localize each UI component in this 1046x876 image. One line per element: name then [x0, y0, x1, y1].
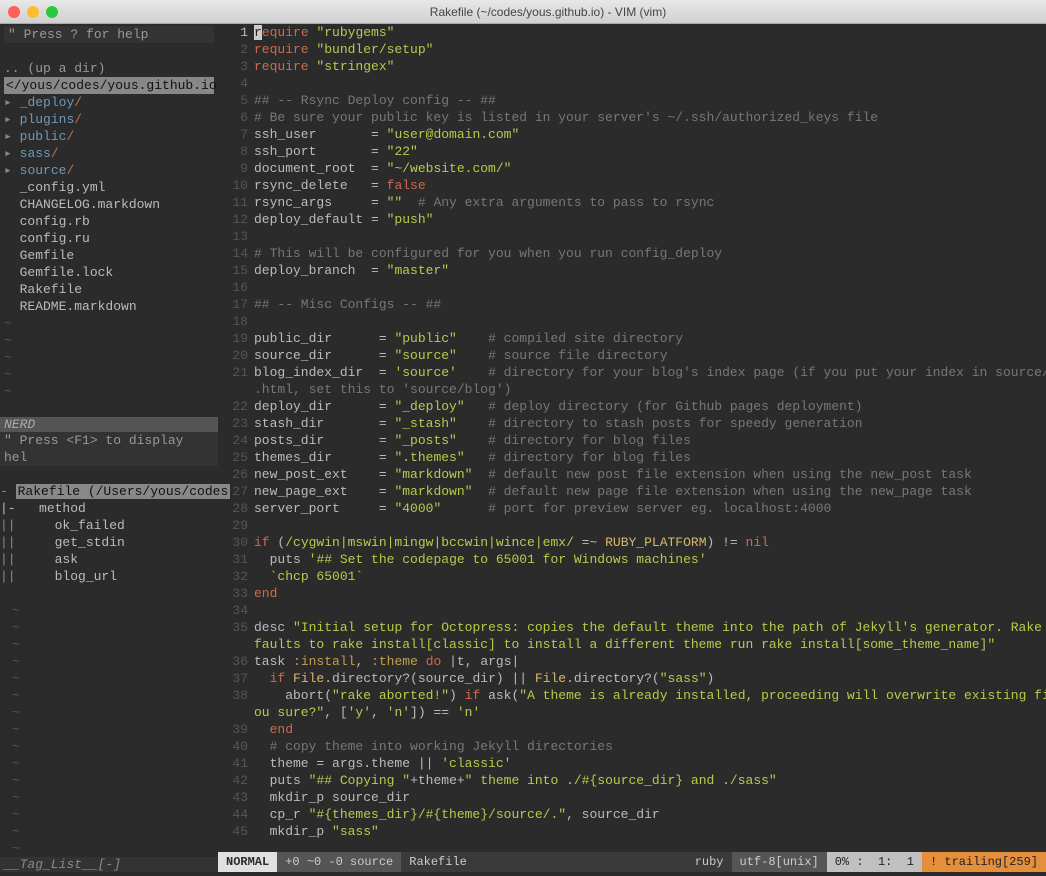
taglist-current[interactable]: Rakefile (/Users/yous/codes [16, 484, 231, 499]
nerdtree-root-path[interactable]: </yous/codes/yous.github.io/ [4, 77, 214, 94]
taglist-method[interactable]: || get_stdin [0, 534, 218, 551]
taglist-method[interactable]: || ask [0, 551, 218, 568]
nerdtree-dir[interactable]: ▸ sass/ [4, 145, 214, 162]
tilde-line: ~ [0, 806, 218, 823]
nerdtree-file[interactable]: config.ru [4, 230, 214, 247]
nerdtree-panel[interactable]: " Press ? for help .. (up a dir) </yous/… [0, 24, 218, 417]
nerdtree-updir[interactable]: .. (up a dir) [4, 60, 214, 77]
nerdtree-help: " Press ? for help [4, 26, 214, 43]
editor-area: " Press ? for help .. (up a dir) </yous/… [0, 24, 1046, 872]
tilde-line: ~ [4, 383, 214, 400]
status-encoding: utf-8[unix] [732, 852, 827, 872]
nerdtree-file[interactable]: Gemfile [4, 247, 214, 264]
nerdtree-file[interactable]: Rakefile [4, 281, 214, 298]
tilde-line: ~ [0, 840, 218, 857]
nerdtree-dir[interactable]: ▸ public/ [4, 128, 214, 145]
nerdtree-dir[interactable]: ▸ plugins/ [4, 111, 214, 128]
code-pane: 123456789101112131415161718192021 222324… [218, 24, 1046, 872]
status-mode: NORMAL [218, 852, 277, 872]
taglist-method[interactable]: || blog_url [0, 568, 218, 585]
taglist-help: " Press <F1> to display hel [0, 432, 218, 466]
status-file: Rakefile [401, 852, 475, 872]
nerdtree-dir[interactable]: ▸ _deploy/ [4, 94, 214, 111]
nerdtree-file[interactable]: CHANGELOG.markdown [4, 196, 214, 213]
nerdtree-file[interactable]: _config.yml [4, 179, 214, 196]
code-content[interactable]: require "rubygems"require "bundler/setup… [254, 24, 1046, 852]
statusbar: NORMAL +0 ~0 -0 source Rakefile ruby utf… [218, 852, 1046, 872]
tilde-line: ~ [0, 772, 218, 789]
tilde-line: ~ [0, 636, 218, 653]
code-area[interactable]: 123456789101112131415161718192021 222324… [218, 24, 1046, 852]
close-icon[interactable] [8, 6, 20, 18]
nerdtree-status: NERD [0, 417, 218, 432]
tilde-line: ~ [0, 602, 218, 619]
zoom-icon[interactable] [46, 6, 58, 18]
taglist-panel[interactable]: " Press <F1> to display hel - Rakefile (… [0, 432, 218, 857]
tilde-line: ~ [4, 366, 214, 383]
taglist-status: __Tag_List__[-] [0, 857, 218, 872]
traffic-lights [8, 6, 58, 18]
tilde-line: ~ [0, 738, 218, 755]
line-gutter: 123456789101112131415161718192021 222324… [218, 24, 254, 852]
tilde-line: ~ [0, 670, 218, 687]
status-position: 0% : 1: 1 [827, 852, 922, 872]
tilde-line: ~ [0, 823, 218, 840]
tilde-line: ~ [0, 704, 218, 721]
window-titlebar: Rakefile (~/codes/yous.github.io) - VIM … [0, 0, 1046, 24]
tilde-line: ~ [0, 687, 218, 704]
nerdtree-file[interactable]: README.markdown [4, 298, 214, 315]
tilde-line: ~ [0, 755, 218, 772]
left-pane: " Press ? for help .. (up a dir) </yous/… [0, 24, 218, 872]
tilde-line: ~ [4, 315, 214, 332]
tilde-line: ~ [0, 619, 218, 636]
tilde-line: ~ [4, 349, 214, 366]
status-git-flags: +0 ~0 -0 source [277, 852, 401, 872]
tilde-line: ~ [0, 721, 218, 738]
tilde-line: ~ [0, 789, 218, 806]
taglist-method[interactable]: || ok_failed [0, 517, 218, 534]
status-filetype: ruby [687, 852, 732, 872]
nerdtree-file[interactable]: Gemfile.lock [4, 264, 214, 281]
tilde-line: ~ [0, 653, 218, 670]
nerdtree-dir[interactable]: ▸ source/ [4, 162, 214, 179]
status-trailing: ! trailing[259] [922, 852, 1046, 872]
nerdtree-file[interactable]: config.rb [4, 213, 214, 230]
window-title: Rakefile (~/codes/yous.github.io) - VIM … [58, 5, 1038, 19]
taglist-method-label: |- method [0, 500, 218, 517]
minimize-icon[interactable] [27, 6, 39, 18]
tilde-line: ~ [4, 332, 214, 349]
